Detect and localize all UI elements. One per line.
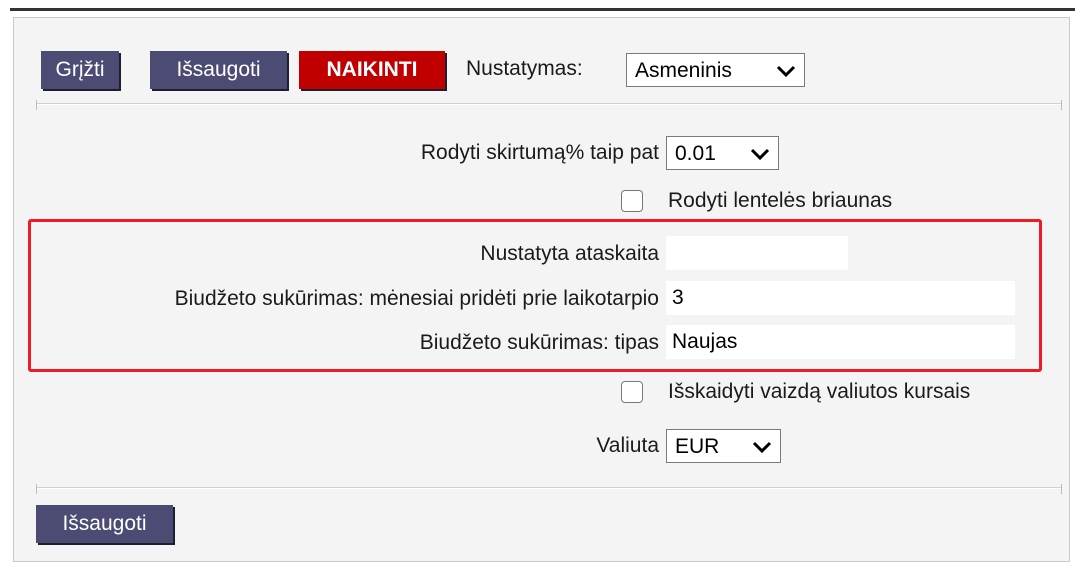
back-button[interactable]: Grįžti xyxy=(41,51,119,89)
setting-label: Nustatymas: xyxy=(466,57,583,80)
diff-label: Rodyti skirtumą% taip pat xyxy=(420,141,659,164)
setting-select-value: Asmeninis xyxy=(635,59,732,82)
chevron-down-icon xyxy=(776,54,796,78)
delete-button[interactable]: NAIKINTI xyxy=(299,51,445,89)
borders-checkbox[interactable] xyxy=(621,190,643,212)
split-checkbox[interactable] xyxy=(621,381,643,403)
currency-select-value: EUR xyxy=(675,435,720,458)
divider-tick-right xyxy=(1061,100,1062,110)
split-label: Išskaidyti vaizdą valiutos kursais xyxy=(668,380,971,403)
borders-label: Rodyti lentelės briaunas xyxy=(668,189,893,212)
setting-select[interactable]: Asmeninis xyxy=(626,53,805,87)
diff-select-value: 0.01 xyxy=(675,142,716,165)
top-border xyxy=(10,8,1075,11)
save-button[interactable]: Išsaugoti xyxy=(150,51,287,89)
currency-label: Valiuta xyxy=(596,434,659,457)
highlight-box xyxy=(28,219,1042,372)
footer-save-button[interactable]: Išsaugoti xyxy=(36,505,173,543)
diff-select[interactable]: 0.01 xyxy=(666,136,779,170)
divider-tick-right xyxy=(1061,484,1062,494)
settings-window: Grįžti Išsaugoti NAIKINTI Nustatymas: As… xyxy=(0,0,1075,576)
footer-divider xyxy=(36,487,1062,489)
chevron-down-icon xyxy=(750,137,770,161)
divider-tick-left xyxy=(36,484,37,494)
chevron-down-icon xyxy=(752,430,772,454)
toolbar-divider xyxy=(36,103,1062,105)
currency-select[interactable]: EUR xyxy=(666,429,781,463)
divider-tick-left xyxy=(36,100,37,110)
